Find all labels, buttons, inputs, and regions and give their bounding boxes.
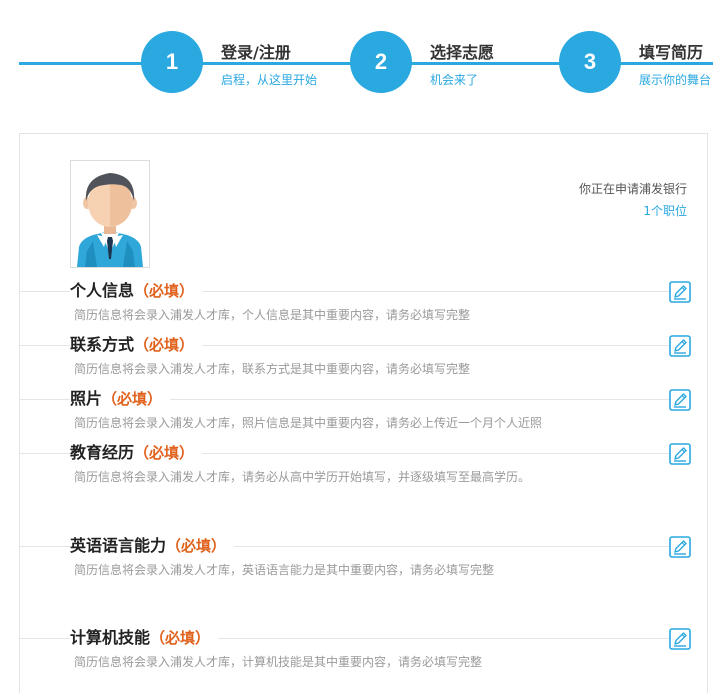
- step-1-subtitle: 启程，从这里开始: [221, 73, 318, 87]
- step-2-title: 选择志愿: [430, 43, 495, 62]
- step-2-subtitle: 机会来了: [430, 73, 479, 87]
- edit-icon[interactable]: [669, 281, 691, 303]
- required-tag: （必填）: [150, 629, 211, 647]
- section-title: 英语语言能力: [70, 536, 167, 555]
- step-progress: 1 登录/注册 启程，从这里开始 2 选择志愿 机会来了 3 填写简历 展示你的…: [0, 0, 713, 120]
- section-header: 英语语言能力（必填）: [70, 534, 235, 558]
- step-3-title: 填写简历: [639, 43, 704, 62]
- section-description: 简历信息将会录入浦发人才库，联系方式是其中重要内容，请务必填写完整: [74, 362, 471, 376]
- section-education: 教育经历（必填） 简历信息将会录入浦发人才库，请务必从高中学历开始填写，并逐级填…: [20, 441, 713, 491]
- section-contact: 联系方式（必填） 简历信息将会录入浦发人才库，联系方式是其中重要内容，请务必填写…: [20, 333, 713, 383]
- step-2-number: 2: [350, 31, 412, 93]
- section-title: 计算机技能: [70, 628, 151, 647]
- section-photo: 照片（必填） 简历信息将会录入浦发人才库，照片信息是其中重要内容，请务必上传近一…: [20, 387, 713, 437]
- required-tag: （必填）: [166, 537, 227, 555]
- step-1-number: 1: [141, 31, 203, 93]
- section-title: 联系方式: [70, 335, 135, 354]
- section-description: 简历信息将会录入浦发人才库，个人信息是其中重要内容，请务必填写完整: [74, 308, 471, 322]
- apply-jobs-link[interactable]: 1个职位: [579, 200, 687, 222]
- required-tag: （必填）: [134, 444, 195, 462]
- step-3-subtitle: 展示你的舞台: [639, 73, 712, 87]
- avatar-photo[interactable]: [70, 160, 150, 268]
- step-3-number: 3: [559, 31, 621, 93]
- edit-icon[interactable]: [669, 443, 691, 465]
- section-header: 联系方式（必填）: [70, 333, 203, 357]
- edit-icon[interactable]: [669, 335, 691, 357]
- required-tag: （必填）: [102, 390, 163, 408]
- section-title: 个人信息: [70, 281, 135, 300]
- section-computer-skills: 计算机技能（必填） 简历信息将会录入浦发人才库，计算机技能是其中重要内容，请务必…: [20, 626, 713, 676]
- required-tag: （必填）: [134, 336, 195, 354]
- section-description: 简历信息将会录入浦发人才库，英语语言能力是其中重要内容，请务必填写完整: [74, 563, 495, 577]
- section-description: 简历信息将会录入浦发人才库，照片信息是其中重要内容，请务必上传近一个月个人近照: [74, 416, 543, 430]
- section-description: 简历信息将会录入浦发人才库，计算机技能是其中重要内容，请务必填写完整: [74, 655, 483, 669]
- section-header: 照片（必填）: [70, 387, 171, 411]
- section-header: 个人信息（必填）: [70, 279, 203, 303]
- edit-icon[interactable]: [669, 389, 691, 411]
- section-title: 照片: [70, 389, 103, 408]
- section-header: 计算机技能（必填）: [70, 626, 219, 650]
- required-tag: （必填）: [134, 282, 195, 300]
- apply-bank-text: 你正在申请浦发银行: [578, 182, 687, 196]
- step-1-title: 登录/注册: [221, 43, 291, 62]
- section-title: 教育经历: [70, 443, 135, 462]
- section-english: 英语语言能力（必填） 简历信息将会录入浦发人才库，英语语言能力是其中重要内容，请…: [20, 534, 713, 584]
- apply-info: 你正在申请浦发银行 1个职位: [579, 178, 687, 222]
- edit-icon[interactable]: [669, 628, 691, 650]
- person-avatar-icon: [77, 173, 143, 267]
- section-personal-info: 个人信息（必填） 简历信息将会录入浦发人才库，个人信息是其中重要内容，请务必填写…: [20, 279, 713, 329]
- section-header: 教育经历（必填）: [70, 441, 203, 465]
- edit-icon[interactable]: [669, 536, 691, 558]
- section-description: 简历信息将会录入浦发人才库，请务必从高中学历开始填写，并逐级填写至最高学历。: [74, 470, 531, 484]
